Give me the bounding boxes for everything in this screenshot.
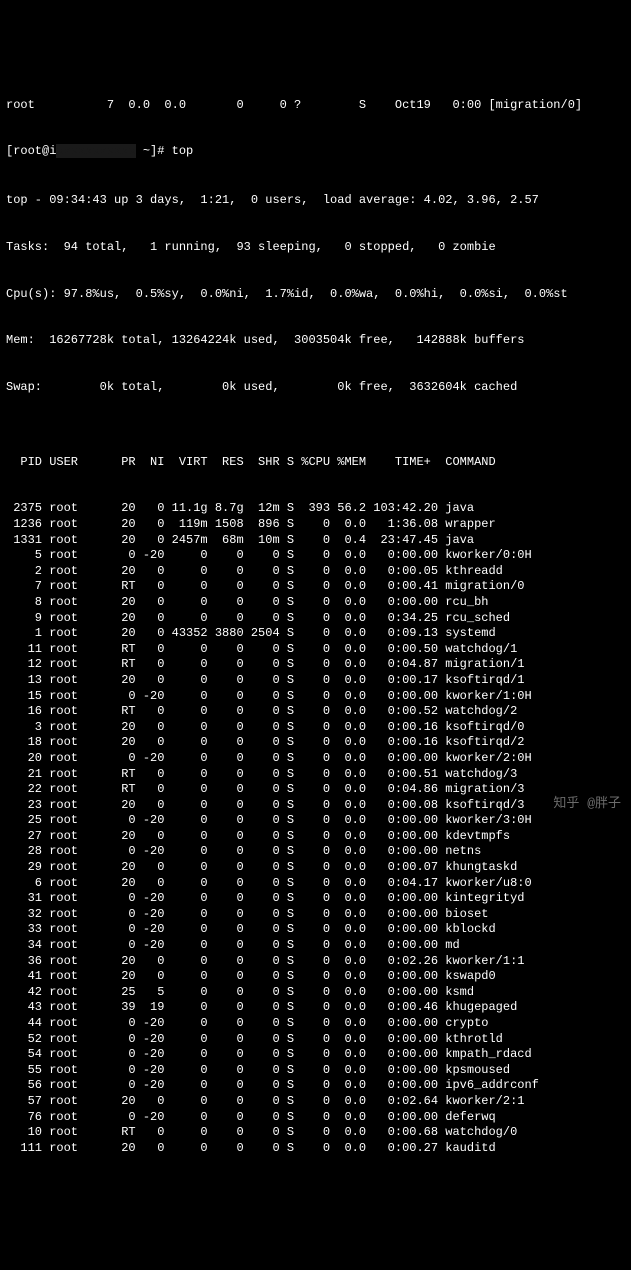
process-row: 21 root RT 0 0 0 0 S 0 0.0 0:00.51 watch… [6,767,625,783]
process-list: 2375 root 20 0 11.1g 8.7g 12m S 393 56.2… [6,501,625,1156]
process-row: 8 root 20 0 0 0 0 S 0 0.0 0:00.00 rcu_bh [6,595,625,611]
process-row: 54 root 0 -20 0 0 0 S 0 0.0 0:00.00 kmpa… [6,1047,625,1063]
process-row: 29 root 20 0 0 0 0 S 0 0.0 0:00.07 khung… [6,860,625,876]
process-row: 3 root 20 0 0 0 0 S 0 0.0 0:00.16 ksofti… [6,720,625,736]
process-row: 44 root 0 -20 0 0 0 S 0 0.0 0:00.00 cryp… [6,1016,625,1032]
process-row: 32 root 0 -20 0 0 0 S 0 0.0 0:00.00 bios… [6,907,625,923]
process-row: 5 root 0 -20 0 0 0 S 0 0.0 0:00.00 kwork… [6,548,625,564]
process-row: 111 root 20 0 0 0 0 S 0 0.0 0:00.27 kaud… [6,1141,625,1157]
process-row: 1331 root 20 0 2457m 68m 10m S 0 0.4 23:… [6,533,625,549]
process-row: 25 root 0 -20 0 0 0 S 0 0.0 0:00.00 kwor… [6,813,625,829]
process-row: 56 root 0 -20 0 0 0 S 0 0.0 0:00.00 ipv6… [6,1078,625,1094]
top-header-section: root 7 0.0 0.0 0 0 ? S Oct19 0:00 [migra… [6,66,625,411]
process-row: 1 root 20 0 43352 3880 2504 S 0 0.0 0:09… [6,626,625,642]
process-row: 13 root 20 0 0 0 0 S 0 0.0 0:00.17 ksoft… [6,673,625,689]
process-row: 42 root 25 5 0 0 0 S 0 0.0 0:00.00 ksmd [6,985,625,1001]
swap-line: Swap: 0k total, 0k used, 0k free, 363260… [6,380,625,396]
process-row: 12 root RT 0 0 0 0 S 0 0.0 0:04.87 migra… [6,657,625,673]
process-row: 18 root 20 0 0 0 0 S 0 0.0 0:00.16 ksoft… [6,735,625,751]
process-row: 9 root 20 0 0 0 0 S 0 0.0 0:34.25 rcu_sc… [6,611,625,627]
process-row: 34 root 0 -20 0 0 0 S 0 0.0 0:00.00 md [6,938,625,954]
watermark: 知乎 @胖子 [553,796,621,813]
process-row: 15 root 0 -20 0 0 0 S 0 0.0 0:00.00 kwor… [6,689,625,705]
process-row: 2 root 20 0 0 0 0 S 0 0.0 0:00.05 kthrea… [6,564,625,580]
process-row: 1236 root 20 0 119m 1508 896 S 0 0.0 1:3… [6,517,625,533]
redacted-host: xxxxxxxxxxx [56,144,135,158]
tasks-line: Tasks: 94 total, 1 running, 93 sleeping,… [6,240,625,256]
first-row-line: root 7 0.0 0.0 0 0 ? S Oct19 0:00 [migra… [6,98,625,114]
process-row: 57 root 20 0 0 0 0 S 0 0.0 0:02.64 kwork… [6,1094,625,1110]
process-row: 6 root 20 0 0 0 0 S 0 0.0 0:04.17 kworke… [6,876,625,892]
process-row: 20 root 0 -20 0 0 0 S 0 0.0 0:00.00 kwor… [6,751,625,767]
process-row: 11 root RT 0 0 0 0 S 0 0.0 0:00.50 watch… [6,642,625,658]
process-row: 52 root 0 -20 0 0 0 S 0 0.0 0:00.00 kthr… [6,1032,625,1048]
process-row: 23 root 20 0 0 0 0 S 0 0.0 0:00.08 ksoft… [6,798,625,814]
process-row: 2375 root 20 0 11.1g 8.7g 12m S 393 56.2… [6,501,625,517]
cpu-line: Cpu(s): 97.8%us, 0.5%sy, 0.0%ni, 1.7%id,… [6,287,625,303]
prompt-prefix: [root@i [6,144,56,158]
process-row: 27 root 20 0 0 0 0 S 0 0.0 0:00.00 kdevt… [6,829,625,845]
process-row: 43 root 39 19 0 0 0 S 0 0.0 0:00.46 khug… [6,1000,625,1016]
process-row: 22 root RT 0 0 0 0 S 0 0.0 0:04.86 migra… [6,782,625,798]
process-row: 33 root 0 -20 0 0 0 S 0 0.0 0:00.00 kblo… [6,922,625,938]
prompt-suffix: ~]# top [136,144,194,158]
mem-line: Mem: 16267728k total, 13264224k used, 30… [6,333,625,349]
process-row: 41 root 20 0 0 0 0 S 0 0.0 0:00.00 kswap… [6,969,625,985]
process-row: 28 root 0 -20 0 0 0 S 0 0.0 0:00.00 netn… [6,844,625,860]
process-row: 16 root RT 0 0 0 0 S 0 0.0 0:00.52 watch… [6,704,625,720]
process-row: 55 root 0 -20 0 0 0 S 0 0.0 0:00.00 kpsm… [6,1063,625,1079]
process-row: 7 root RT 0 0 0 0 S 0 0.0 0:00.41 migrat… [6,579,625,595]
process-row: 76 root 0 -20 0 0 0 S 0 0.0 0:00.00 defe… [6,1110,625,1126]
process-row: 31 root 0 -20 0 0 0 S 0 0.0 0:00.00 kint… [6,891,625,907]
process-row: 36 root 20 0 0 0 0 S 0 0.0 0:02.26 kwork… [6,954,625,970]
process-row: 10 root RT 0 0 0 0 S 0 0.0 0:00.68 watch… [6,1125,625,1141]
process-table-header: PID USER PR NI VIRT RES SHR S %CPU %MEM … [6,455,625,471]
shell-prompt: [root@ixxxxxxxxxxx ~]# top [6,144,625,160]
summary-line: top - 09:34:43 up 3 days, 1:21, 0 users,… [6,193,625,209]
